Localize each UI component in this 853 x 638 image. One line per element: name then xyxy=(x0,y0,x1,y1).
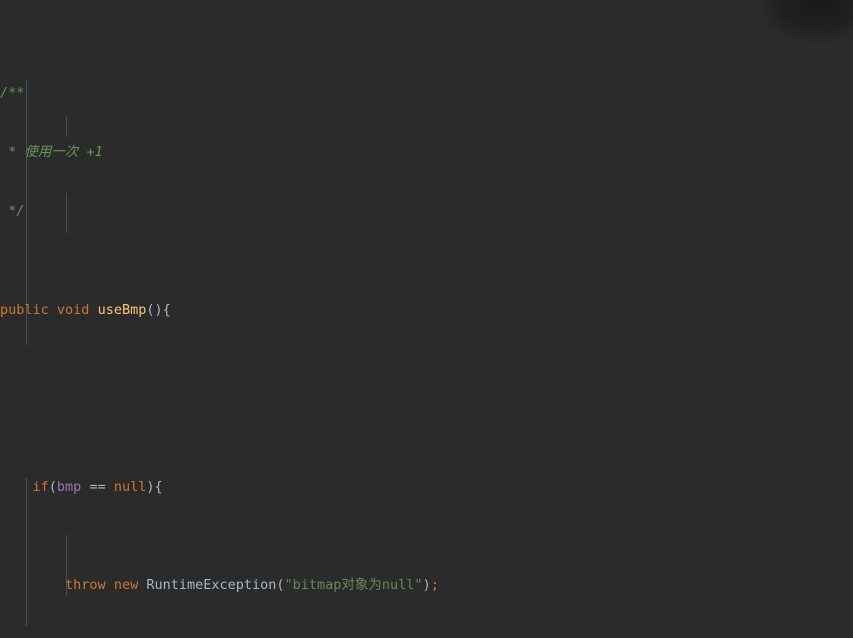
keyword-throw: throw xyxy=(65,577,106,594)
keyword-void: void xyxy=(56,301,90,318)
paren-open: ( xyxy=(276,577,285,594)
keyword-null: null xyxy=(113,478,147,495)
string-literal-bitmap-null: "bitmap对象为null" xyxy=(284,577,423,594)
code-line[interactable]: throw new RuntimeException("bitmap对象为nul… xyxy=(0,576,853,596)
method-params-brace: (){ xyxy=(146,301,171,318)
code-line[interactable]: * 使用一次 +1 xyxy=(0,143,853,163)
class-runtimeexception[interactable]: RuntimeException xyxy=(146,577,276,593)
doc-comment-star: * xyxy=(0,143,25,160)
code-content[interactable]: /** * 使用一次 +1 */ public void useBmp(){ i… xyxy=(0,0,853,638)
paren-brace: ){ xyxy=(146,478,163,495)
code-line[interactable]: /** xyxy=(0,84,853,104)
semicolon: ; xyxy=(430,577,439,594)
doc-comment-open: /** xyxy=(0,84,25,101)
doc-comment-close: */ xyxy=(0,203,25,219)
paren-close: ) xyxy=(422,577,431,594)
doc-comment-increment: +1 xyxy=(86,143,103,160)
method-name-usebmp[interactable]: useBmp xyxy=(98,302,147,318)
field-bmp[interactable]: bmp xyxy=(57,479,81,495)
keyword-if: if xyxy=(32,478,49,495)
keyword-new: new xyxy=(113,577,139,594)
code-line[interactable]: */ xyxy=(0,202,853,222)
code-line[interactable]: if(bmp == null){ xyxy=(0,478,853,498)
code-editor-pane[interactable]: /** * 使用一次 +1 */ public void useBmp(){ i… xyxy=(0,0,853,638)
code-line-method-signature-usebmp[interactable]: public void useBmp(){ xyxy=(0,301,853,321)
doc-comment-text: 使用一次 xyxy=(24,143,87,160)
keyword-public: public xyxy=(0,301,49,318)
paren-open: ( xyxy=(48,478,57,495)
operator-equals: == xyxy=(81,478,114,495)
